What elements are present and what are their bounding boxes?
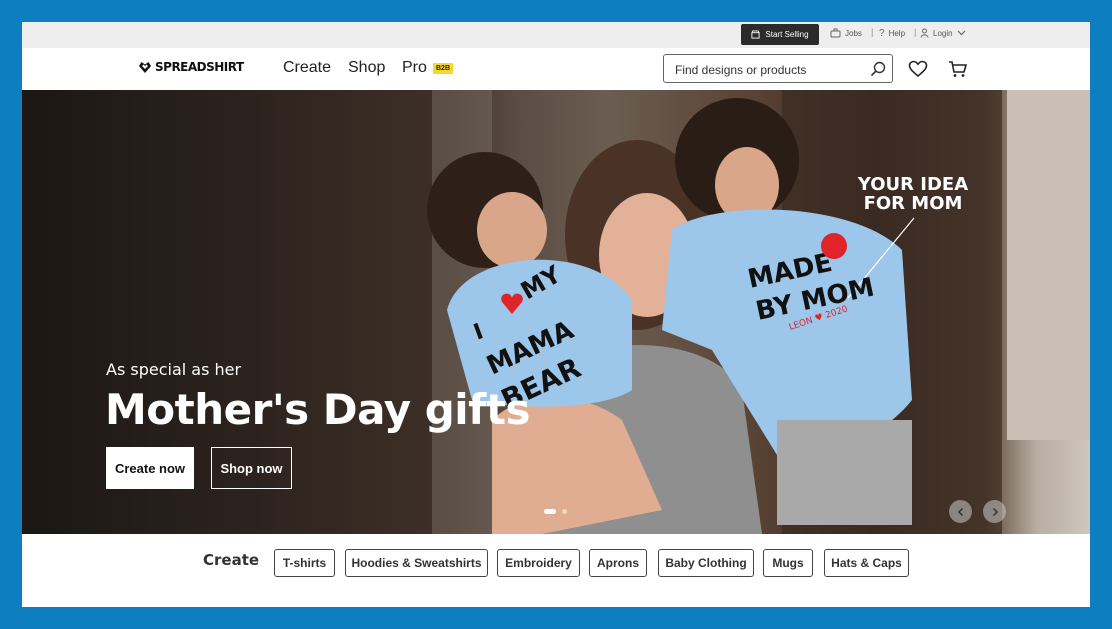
- chevron-left-icon: [957, 507, 963, 516]
- shop-now-button[interactable]: Shop now: [211, 447, 292, 489]
- help-label: Help: [888, 29, 906, 38]
- search-icon[interactable]: [870, 61, 886, 77]
- search-input[interactable]: Find designs or products: [663, 54, 893, 83]
- category-chip-embroidery[interactable]: Embroidery: [497, 549, 580, 577]
- user-icon: [920, 28, 929, 38]
- utility-bar: Start Selling Jobs | ? Help | Login: [22, 22, 1090, 48]
- hero-subtitle: As special as her: [106, 360, 242, 379]
- jobs-label: Jobs: [845, 28, 862, 38]
- hero-title: Mother's Day gifts: [105, 385, 531, 434]
- briefcase-icon: [830, 28, 841, 38]
- hero-callout-line-1: YOUR IDEA: [857, 174, 968, 195]
- help-link[interactable]: ? Help: [879, 28, 905, 39]
- divider: |: [871, 27, 874, 37]
- cart-icon[interactable]: [948, 59, 968, 79]
- chevron-right-icon: [992, 507, 998, 516]
- logo-text: SPREADSHIRT: [155, 60, 244, 74]
- login-label: Login: [933, 28, 953, 38]
- category-bar: Create T-shirts Hoodies & Sweatshirts Em…: [22, 534, 1090, 607]
- login-link[interactable]: Login: [920, 28, 966, 38]
- logo-heart-icon: [139, 62, 151, 73]
- browser-page: Start Selling Jobs | ? Help | Login SPRE…: [22, 22, 1090, 607]
- category-chip-baby-clothing[interactable]: Baby Clothing: [658, 549, 754, 577]
- start-selling-button[interactable]: Start Selling: [741, 24, 819, 45]
- heart-graphic: [821, 233, 847, 259]
- nav-shop[interactable]: Shop: [348, 59, 385, 77]
- nav-pro[interactable]: Pro: [402, 59, 427, 77]
- category-label: Create: [203, 551, 260, 569]
- search-placeholder: Find designs or products: [675, 63, 807, 77]
- jobs-link[interactable]: Jobs: [830, 28, 862, 38]
- main-header: SPREADSHIRT Create Shop Pro B2B Find des…: [22, 48, 1090, 90]
- chevron-down-icon: [957, 30, 966, 36]
- carousel-dot-active[interactable]: [544, 509, 556, 514]
- category-chip-hats-caps[interactable]: Hats & Caps: [824, 549, 909, 577]
- category-chip-aprons[interactable]: Aprons: [589, 549, 647, 577]
- spreadshirt-logo[interactable]: SPREADSHIRT: [138, 60, 244, 74]
- carousel-dot[interactable]: [562, 509, 567, 514]
- carousel-prev-button[interactable]: [949, 500, 972, 523]
- storefront-icon: [751, 30, 760, 39]
- category-chip-tshirts[interactable]: T-shirts: [274, 549, 335, 577]
- carousel-next-button[interactable]: [983, 500, 1006, 523]
- heart-icon[interactable]: [908, 59, 928, 79]
- hero-callout-line-2: FOR MOM: [864, 193, 963, 214]
- b2b-badge: B2B: [433, 63, 454, 74]
- create-now-button[interactable]: Create now: [106, 447, 194, 489]
- hero-banner: I MY MAMA BEAR MADE BY MOM LEON ♥ 2020 Y…: [22, 90, 1090, 534]
- divider: |: [914, 27, 917, 37]
- question-icon: ?: [879, 28, 885, 39]
- category-chip-mugs[interactable]: Mugs: [763, 549, 813, 577]
- start-selling-label: Start Selling: [765, 30, 809, 39]
- nav-create[interactable]: Create: [283, 59, 331, 77]
- category-chip-hoodies[interactable]: Hoodies & Sweatshirts: [345, 549, 488, 577]
